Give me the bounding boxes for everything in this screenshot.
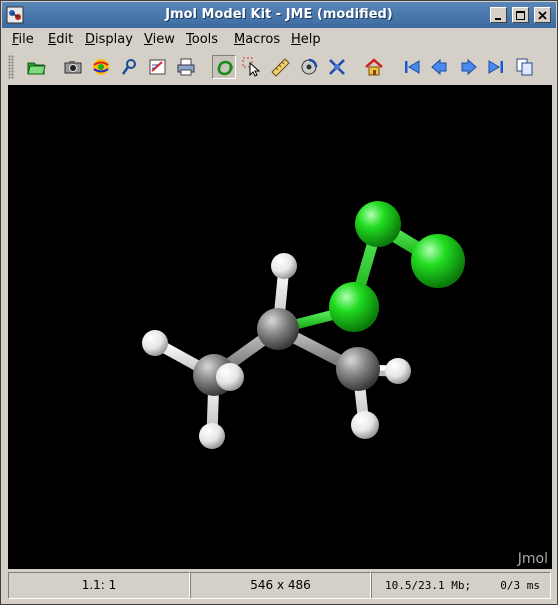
minimize-button[interactable] <box>490 7 507 23</box>
carbon-atom[interactable] <box>336 347 380 391</box>
povray-icon <box>93 59 109 75</box>
status-memory: 10.5/23.1 Mb; <box>385 579 472 592</box>
close-icon <box>538 11 547 20</box>
open-folder-icon <box>27 62 46 75</box>
toolbar <box>2 51 556 84</box>
status-bar: 1.1: 1 546 x 486 10.5/23.1 Mb; 0/3 ms <box>2 570 556 604</box>
copy-button[interactable] <box>513 55 537 79</box>
print-button[interactable] <box>174 55 198 79</box>
status-performance: 10.5/23.1 Mb; 0/3 ms <box>371 572 551 599</box>
measure-button[interactable] <box>268 55 292 79</box>
spin-button[interactable] <box>297 55 321 79</box>
rotate-button[interactable] <box>212 55 236 79</box>
pick-button[interactable] <box>240 55 264 79</box>
close-button[interactable] <box>534 7 551 23</box>
menu-file[interactable]: File <box>12 32 34 47</box>
status-timing: 0/3 ms <box>500 579 540 592</box>
menu-edit[interactable]: Edit <box>48 32 73 47</box>
jmol-window: Jmol Model Kit - JME (modified) File Edit… <box>0 0 558 605</box>
menu-macros[interactable]: Macros <box>234 32 280 47</box>
spin-icon <box>301 58 318 75</box>
status-frame: 1.1: 1 <box>8 572 190 599</box>
jmol-watermark: Jmol <box>517 551 548 567</box>
pick-icon <box>242 57 261 77</box>
print-icon <box>177 58 195 76</box>
copy-icon <box>516 58 533 76</box>
home-icon <box>365 58 383 76</box>
povray-button[interactable] <box>89 55 113 79</box>
model-kit-icon <box>329 59 345 75</box>
hydrogen-atom[interactable] <box>199 423 225 449</box>
menu-help[interactable]: Help <box>291 32 321 47</box>
first-frame-icon <box>405 60 420 74</box>
carbon-atom[interactable] <box>257 308 299 350</box>
last-frame-icon <box>488 60 503 74</box>
hydrogen-atom[interactable] <box>271 253 297 279</box>
camera-button[interactable] <box>61 55 85 79</box>
maximize-button[interactable] <box>512 7 529 23</box>
measure-icon <box>271 58 290 77</box>
menu-view[interactable]: View <box>144 32 175 47</box>
first-frame-button[interactable] <box>400 55 424 79</box>
hydrogen-atom[interactable] <box>351 411 379 439</box>
window-title: Jmol Model Kit - JME (modified) <box>165 7 393 22</box>
hydrogen-atom[interactable] <box>216 363 244 391</box>
next-frame-icon <box>461 58 477 76</box>
menu-bar: File Edit Display View Tools Macros Help <box>2 29 556 51</box>
chlorine-atom[interactable] <box>355 201 401 247</box>
molecule-scene[interactable] <box>8 85 552 569</box>
model-kit-button[interactable] <box>325 55 349 79</box>
minimize-icon <box>495 18 501 20</box>
home-button[interactable] <box>362 55 386 79</box>
status-canvas-size: 546 x 486 <box>190 572 371 599</box>
camera-icon <box>64 61 82 74</box>
pdb-viewer-icon <box>121 59 136 75</box>
open-folder-button[interactable] <box>24 55 48 79</box>
maximize-icon <box>516 11 525 20</box>
script-editor-icon <box>149 59 166 75</box>
chlorine-atom[interactable] <box>329 282 379 332</box>
rotate-icon <box>217 60 233 76</box>
previous-frame-icon <box>431 58 447 76</box>
menu-tools[interactable]: Tools <box>186 32 218 47</box>
hydrogen-atom[interactable] <box>142 330 168 356</box>
chlorine-atom[interactable] <box>411 234 465 288</box>
script-editor-button[interactable] <box>146 55 170 79</box>
hydrogen-atom[interactable] <box>385 358 411 384</box>
molecule-viewer[interactable]: Jmol <box>8 85 552 569</box>
toolbar-grip[interactable] <box>8 55 14 79</box>
next-frame-button[interactable] <box>456 55 480 79</box>
last-frame-button[interactable] <box>484 55 508 79</box>
menu-display[interactable]: Display <box>85 32 133 47</box>
title-bar[interactable]: Jmol Model Kit - JME (modified) <box>2 2 556 28</box>
previous-frame-button[interactable] <box>428 55 452 79</box>
pdb-viewer-button[interactable] <box>118 55 142 79</box>
